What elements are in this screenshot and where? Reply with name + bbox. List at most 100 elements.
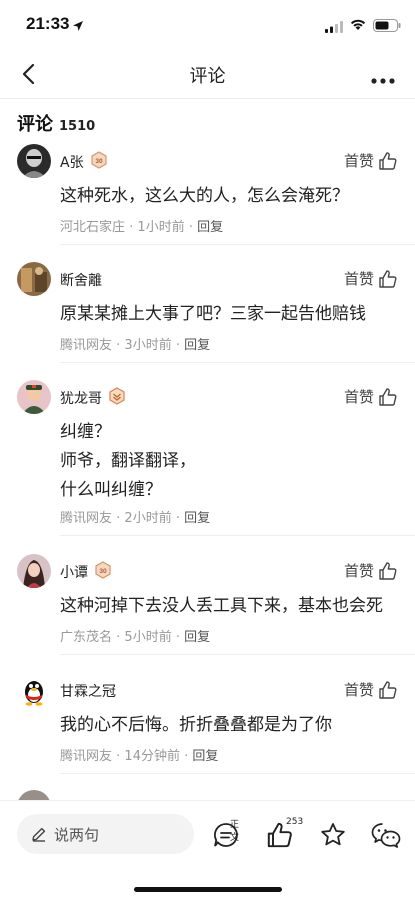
- comment-meta: 腾讯网友 · 2小时前 · 回复: [60, 511, 211, 526]
- comment-item: 小谭 30 首赞 这种河掉下去没人丢工具下来，基本也会死 广东茂名 · 5小时前…: [0, 554, 415, 655]
- thumbs-up-icon: [379, 561, 397, 580]
- comment-text: 这种河掉下去没人丢工具下来，基本也会死: [60, 592, 400, 621]
- comments-label: 评论: [17, 114, 53, 135]
- wifi-icon: [349, 16, 367, 35]
- comment-line: 原某某摊上大事了吧？三家一起告他赔钱: [60, 304, 366, 324]
- comment-text: 这种死水，这么大的人，怎么会淹死？: [60, 182, 400, 211]
- reply-button[interactable]: 回复: [184, 338, 210, 353]
- reply-button[interactable]: 回复: [184, 511, 210, 526]
- comment-time: 2小时前: [124, 511, 172, 526]
- avatar-partial: [17, 790, 51, 800]
- divider: [60, 535, 415, 536]
- pencil-icon: [31, 826, 47, 846]
- star-icon: [321, 823, 345, 846]
- divider: [60, 773, 415, 774]
- svg-text:30: 30: [95, 158, 103, 165]
- username-text[interactable]: A张: [60, 155, 84, 171]
- thumbs-up-icon: [379, 680, 397, 699]
- comment-item: 甘霖之冠 首赞 我的心不后悔。折折叠叠都是为了你 腾讯网友 · 14分钟前 · …: [0, 673, 415, 774]
- like-label: 首赞: [343, 681, 374, 699]
- username[interactable]: 断舍離: [60, 270, 102, 290]
- svg-text:30: 30: [99, 568, 107, 575]
- like-article-button[interactable]: 253: [266, 817, 303, 853]
- like-label: 首赞: [343, 388, 374, 406]
- comment-line: 我的心不后悔。折折叠叠都是为了你: [60, 715, 332, 735]
- article-badge: 正文: [230, 820, 240, 843]
- thumbs-up-icon: [379, 387, 397, 406]
- comment-text: 原某某摊上大事了吧？三家一起告他赔钱: [60, 300, 400, 329]
- like-label: 首赞: [343, 270, 374, 288]
- avatar[interactable]: [17, 554, 51, 588]
- wechat-icon: [371, 823, 401, 848]
- status-time: 21:33: [26, 14, 70, 33]
- avatar[interactable]: [17, 673, 51, 707]
- comment-input[interactable]: 说两句: [17, 814, 194, 854]
- username[interactable]: 甘霖之冠: [60, 681, 116, 701]
- bottom-bar: 说两句 正文 253: [0, 800, 415, 901]
- input-placeholder: 说两句: [54, 826, 100, 844]
- location-arrow-icon: [72, 17, 84, 36]
- username[interactable]: 犹龙哥: [60, 386, 126, 409]
- username-text[interactable]: 甘霖之冠: [60, 684, 116, 700]
- comment-meta: 广东茂名 · 5小时前 · 回复: [60, 630, 211, 645]
- like-button[interactable]: 首赞: [344, 150, 398, 171]
- comment-item: 断舍離 首赞 原某某摊上大事了吧？三家一起告他赔钱 腾讯网友 · 3小时前 · …: [0, 262, 415, 363]
- username-text[interactable]: 小谭: [60, 565, 88, 581]
- comment-item: 犹龙哥 首赞 纠缠？ 师爷，翻译翻译， 什么叫纠缠？ 腾讯网友 · 2小时前 ·…: [0, 380, 415, 538]
- username[interactable]: 小谭 30: [60, 560, 112, 583]
- like-button[interactable]: 首赞: [344, 268, 398, 289]
- like-button[interactable]: 首赞: [344, 560, 398, 581]
- comment-line: 这种河掉下去没人丢工具下来，基本也会死: [60, 596, 383, 616]
- comment-location: 腾讯网友: [60, 749, 113, 764]
- avatar[interactable]: [17, 262, 51, 296]
- home-indicator: [134, 887, 282, 892]
- level-badge: 30: [94, 560, 112, 583]
- comment-line: 什么叫纠缠？: [60, 480, 162, 500]
- share-wechat-button[interactable]: [371, 821, 401, 853]
- reply-button[interactable]: 回复: [184, 630, 210, 645]
- like-button[interactable]: 首赞: [344, 386, 398, 407]
- comment-location: 河北石家庄: [60, 220, 126, 235]
- avatar[interactable]: [17, 144, 51, 178]
- comment-location: 腾讯网友: [60, 338, 113, 353]
- article-button[interactable]: 正文: [212, 820, 240, 853]
- divider: [60, 654, 415, 655]
- comment-time: 14分钟前: [124, 749, 180, 764]
- comment-time: 1小时前: [137, 220, 185, 235]
- comment-text: 纠缠？ 师爷，翻译翻译， 什么叫纠缠？: [60, 418, 400, 505]
- comment-time: 3小时前: [124, 338, 172, 353]
- username[interactable]: A张 30: [60, 150, 108, 173]
- like-label: 首赞: [343, 562, 374, 580]
- page-title: 评论: [189, 66, 226, 87]
- qq-penguin-icon: [17, 673, 51, 707]
- comment-meta: 腾讯网友 · 3小时前 · 回复: [60, 338, 211, 353]
- comment-line: 师爷，翻译翻译，: [60, 451, 196, 471]
- reply-button[interactable]: 回复: [197, 220, 223, 235]
- comments-header: 评论 1510: [17, 110, 95, 136]
- comment-line: 这种死水，这么大的人，怎么会淹死？: [60, 186, 349, 206]
- comment-location: 广东茂名: [60, 630, 113, 645]
- comments-count: 1510: [59, 119, 96, 134]
- level-badge: 30: [90, 150, 108, 173]
- comment-text: 我的心不后悔。折折叠叠都是为了你: [60, 711, 400, 740]
- comment-location: 腾讯网友: [60, 511, 113, 526]
- battery-icon: [373, 17, 401, 36]
- divider: [60, 362, 415, 363]
- cellular-signal-icon: [325, 18, 343, 37]
- comment-meta: 腾讯网友 · 14分钟前 · 回复: [60, 749, 219, 764]
- comment-time: 5小时前: [124, 630, 172, 645]
- avatar[interactable]: [17, 380, 51, 414]
- comment-meta: 河北石家庄 · 1小时前 · 回复: [60, 220, 224, 235]
- favorite-button[interactable]: [319, 821, 347, 853]
- divider: [60, 244, 415, 245]
- more-dots-icon: [371, 78, 395, 84]
- thumbs-up-icon: [379, 269, 397, 288]
- medal-badge: [108, 386, 126, 409]
- like-button[interactable]: 首赞: [344, 679, 398, 700]
- comment-line: 纠缠？: [60, 422, 111, 442]
- reply-button[interactable]: 回复: [192, 749, 218, 764]
- more-button[interactable]: [370, 70, 398, 84]
- username-text[interactable]: 犹龙哥: [60, 391, 102, 407]
- status-bar: 21:33: [0, 0, 415, 50]
- username-text[interactable]: 断舍離: [60, 273, 102, 289]
